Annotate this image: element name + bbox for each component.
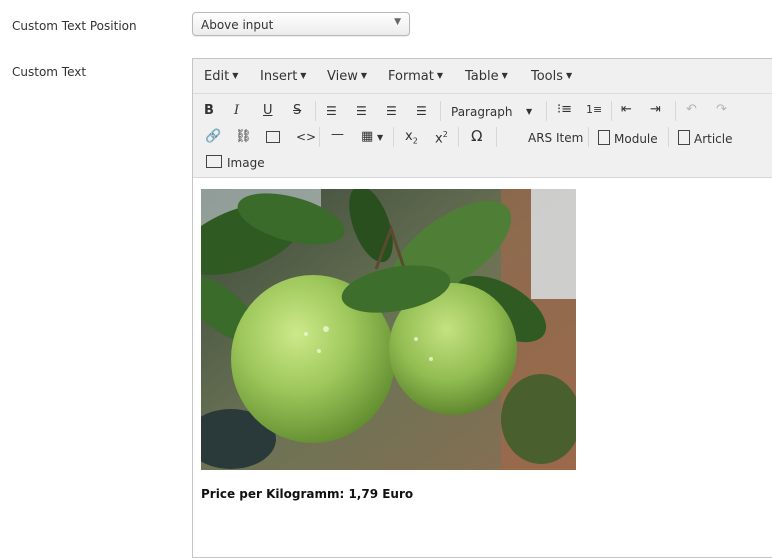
- editor-menubar: Edit ▼ Insert ▼ View ▼ Format ▼ Table ▼ Tools…: [193, 59, 772, 94]
- apple-photo: [201, 189, 576, 470]
- separator: [319, 127, 320, 147]
- module-button[interactable]: Module: [598, 130, 658, 147]
- separator: [393, 127, 394, 147]
- indent-icon[interactable]: ⇥: [650, 102, 661, 118]
- align-center-icon[interactable]: ☰: [356, 103, 367, 119]
- select-value: Above input: [201, 18, 274, 32]
- undo-icon[interactable]: ↶: [686, 102, 697, 118]
- superscript-icon[interactable]: x2: [435, 127, 448, 147]
- separator: [440, 101, 441, 121]
- format-select[interactable]: Paragraph: [451, 104, 512, 120]
- article-button[interactable]: Article: [678, 130, 733, 147]
- separator: [675, 101, 676, 121]
- insert-image-icon[interactable]: [266, 131, 280, 143]
- editor-toolbar: B I U S ☰ ☰ ☰ ☰ Paragraph ▼ ⁝≡ 1≡ ⇤ ⇥ ↶ …: [193, 94, 772, 178]
- bold-icon[interactable]: B: [204, 103, 214, 119]
- unlink-icon[interactable]: ⛓: [235, 129, 252, 145]
- redo-icon[interactable]: ↷: [716, 102, 727, 118]
- separator: [546, 101, 547, 121]
- separator: [315, 101, 316, 121]
- menu-table[interactable]: Table ▼: [465, 69, 508, 84]
- chevron-down-icon[interactable]: ▼: [377, 130, 383, 146]
- numbered-list-icon[interactable]: 1≡: [586, 102, 602, 118]
- custom-text-position-label: Custom Text Position: [12, 19, 137, 33]
- menu-insert[interactable]: Insert ▼: [260, 69, 306, 84]
- horizontal-rule-icon[interactable]: —: [331, 127, 344, 143]
- underline-icon[interactable]: U: [263, 103, 273, 119]
- separator: [588, 127, 589, 147]
- code-icon[interactable]: <>: [296, 129, 316, 145]
- add-document-icon: [598, 130, 610, 145]
- image-button[interactable]: Image: [206, 155, 265, 171]
- rich-text-editor: Edit ▼ Insert ▼ View ▼ Format ▼ Table ▼ Tools…: [192, 58, 772, 558]
- menu-tools[interactable]: Tools ▼: [531, 69, 572, 84]
- price-text: Price per Kilogramm: 1,79 Euro: [201, 487, 414, 501]
- subscript-icon[interactable]: x2: [405, 129, 418, 150]
- bullet-list-icon[interactable]: ⁝≡: [557, 102, 572, 118]
- separator: [668, 127, 669, 147]
- italic-icon[interactable]: I: [234, 103, 239, 119]
- menu-format[interactable]: Format ▼: [388, 69, 443, 84]
- add-document-icon: [678, 130, 690, 145]
- custom-text-position-select[interactable]: Above input ▼: [192, 12, 410, 36]
- editor-content[interactable]: Price per Kilogramm: 1,79 Euro: [193, 178, 772, 557]
- align-justify-icon[interactable]: ☰: [416, 103, 427, 119]
- separator: [496, 127, 497, 147]
- separator: [611, 101, 612, 121]
- separator: [458, 127, 459, 147]
- table-icon[interactable]: ▦: [361, 129, 373, 145]
- strikethrough-icon[interactable]: S: [293, 103, 301, 119]
- align-left-icon[interactable]: ☰: [326, 103, 337, 119]
- ars-item-button[interactable]: ARS Item: [528, 130, 583, 146]
- chevron-down-icon: ▼: [394, 17, 401, 27]
- menu-view[interactable]: View ▼: [327, 69, 367, 84]
- outdent-icon[interactable]: ⇤: [621, 102, 632, 118]
- chevron-down-icon[interactable]: ▼: [526, 104, 532, 120]
- link-icon[interactable]: 🔗: [205, 129, 221, 145]
- special-character-icon[interactable]: Ω: [471, 128, 482, 144]
- menu-edit[interactable]: Edit ▼: [204, 69, 238, 84]
- image-icon: [206, 155, 222, 168]
- custom-text-label: Custom Text: [12, 65, 87, 79]
- align-right-icon[interactable]: ☰: [386, 103, 397, 119]
